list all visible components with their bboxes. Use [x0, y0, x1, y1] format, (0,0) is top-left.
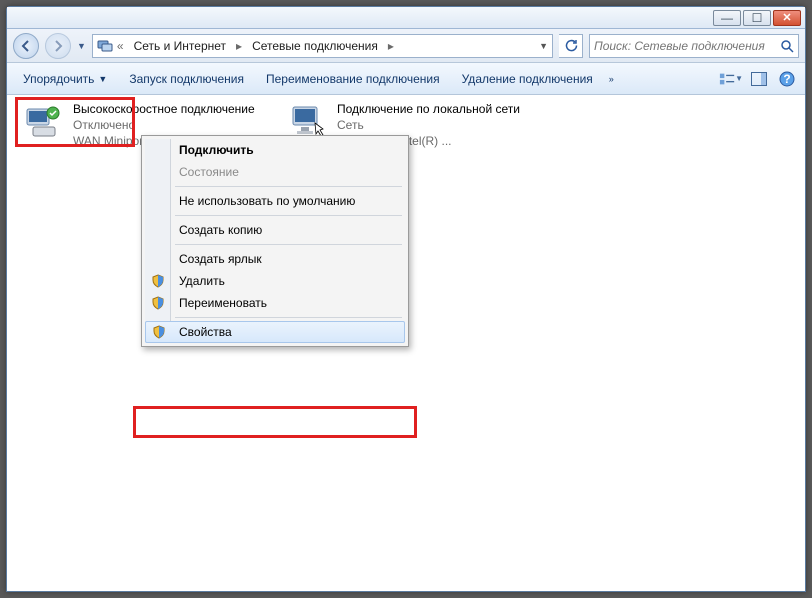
close-button[interactable]: ✕	[773, 10, 801, 26]
svg-text:?: ?	[783, 72, 790, 86]
preview-pane-button[interactable]	[747, 68, 771, 90]
ctx-create-shortcut[interactable]: Создать ярлык	[145, 248, 405, 270]
ctx-rename[interactable]: Переименовать	[145, 292, 405, 314]
ctx-not-default[interactable]: Не использовать по умолчанию	[145, 190, 405, 212]
maximize-button[interactable]: ☐	[743, 10, 771, 26]
ctx-properties-label: Свойства	[179, 325, 232, 339]
organize-label: Упорядочить	[23, 72, 94, 86]
delete-connection-button[interactable]: Удаление подключения	[452, 68, 603, 90]
forward-button[interactable]	[45, 33, 71, 59]
shield-icon	[151, 296, 165, 310]
connection-name: Подключение по локальной сети	[337, 101, 520, 117]
shield-icon	[151, 274, 165, 288]
connection-icon	[23, 101, 65, 143]
rename-connection-button[interactable]: Переименование подключения	[256, 68, 450, 90]
connection-status: Сеть	[337, 117, 520, 133]
history-dropdown-icon[interactable]: ▼	[77, 41, 86, 51]
organize-button[interactable]: Упорядочить ▼	[13, 68, 117, 90]
ctx-delete-label: Удалить	[179, 274, 225, 288]
breadcrumb-dropdown-icon[interactable]: ▼	[539, 41, 548, 51]
address-bar: ▼ « Сеть и Интернет ▸ Сетевые подключени…	[7, 29, 805, 63]
context-menu: Подключить Состояние Не использовать по …	[141, 135, 409, 347]
connection-name: Высокоскоростное подключение	[73, 101, 255, 117]
content-area: Высокоскоростное подключение Отключено W…	[7, 95, 805, 591]
chevron-right-icon: ▸	[386, 39, 396, 53]
connection-status: Отключено	[73, 117, 255, 133]
chevron-left-icon: «	[115, 39, 126, 53]
context-menu-separator	[175, 244, 402, 245]
chevron-right-icon: ▸	[234, 39, 244, 53]
context-menu-separator	[175, 215, 402, 216]
context-menu-separator	[175, 317, 402, 318]
breadcrumb-seg-2[interactable]: Сетевые подключения	[246, 37, 384, 55]
view-options-button[interactable]: ▼	[719, 68, 743, 90]
search-input[interactable]	[594, 39, 776, 53]
explorer-window: ― ☐ ✕ ▼ « Сеть и Интернет ▸ Сетевые подк…	[6, 6, 806, 592]
title-bar: ― ☐ ✕	[7, 7, 805, 29]
command-bar: Упорядочить ▼ Запуск подключения Переиме…	[7, 63, 805, 95]
back-button[interactable]	[13, 33, 39, 59]
chevron-down-icon: ▼	[98, 74, 107, 84]
minimize-button[interactable]: ―	[713, 10, 741, 26]
start-connection-button[interactable]: Запуск подключения	[119, 68, 254, 90]
context-menu-separator	[175, 186, 402, 187]
shield-icon	[152, 325, 166, 339]
search-box[interactable]	[589, 34, 799, 58]
annotation-highlight-2	[133, 406, 417, 438]
ctx-rename-label: Переименовать	[179, 296, 267, 310]
ctx-connect[interactable]: Подключить	[145, 139, 405, 161]
breadcrumb[interactable]: « Сеть и Интернет ▸ Сетевые подключения …	[92, 34, 553, 58]
overflow-chevron-icon[interactable]: »	[605, 70, 618, 88]
breadcrumb-seg-1[interactable]: Сеть и Интернет	[128, 37, 232, 55]
ctx-delete[interactable]: Удалить	[145, 270, 405, 292]
chevron-down-icon: ▼	[735, 74, 743, 83]
search-icon	[776, 39, 794, 53]
help-button[interactable]: ?	[775, 68, 799, 90]
network-icon	[97, 38, 113, 54]
refresh-button[interactable]	[559, 34, 583, 58]
ctx-status: Состояние	[145, 161, 405, 183]
ctx-properties[interactable]: Свойства	[145, 321, 405, 343]
ctx-create-copy[interactable]: Создать копию	[145, 219, 405, 241]
